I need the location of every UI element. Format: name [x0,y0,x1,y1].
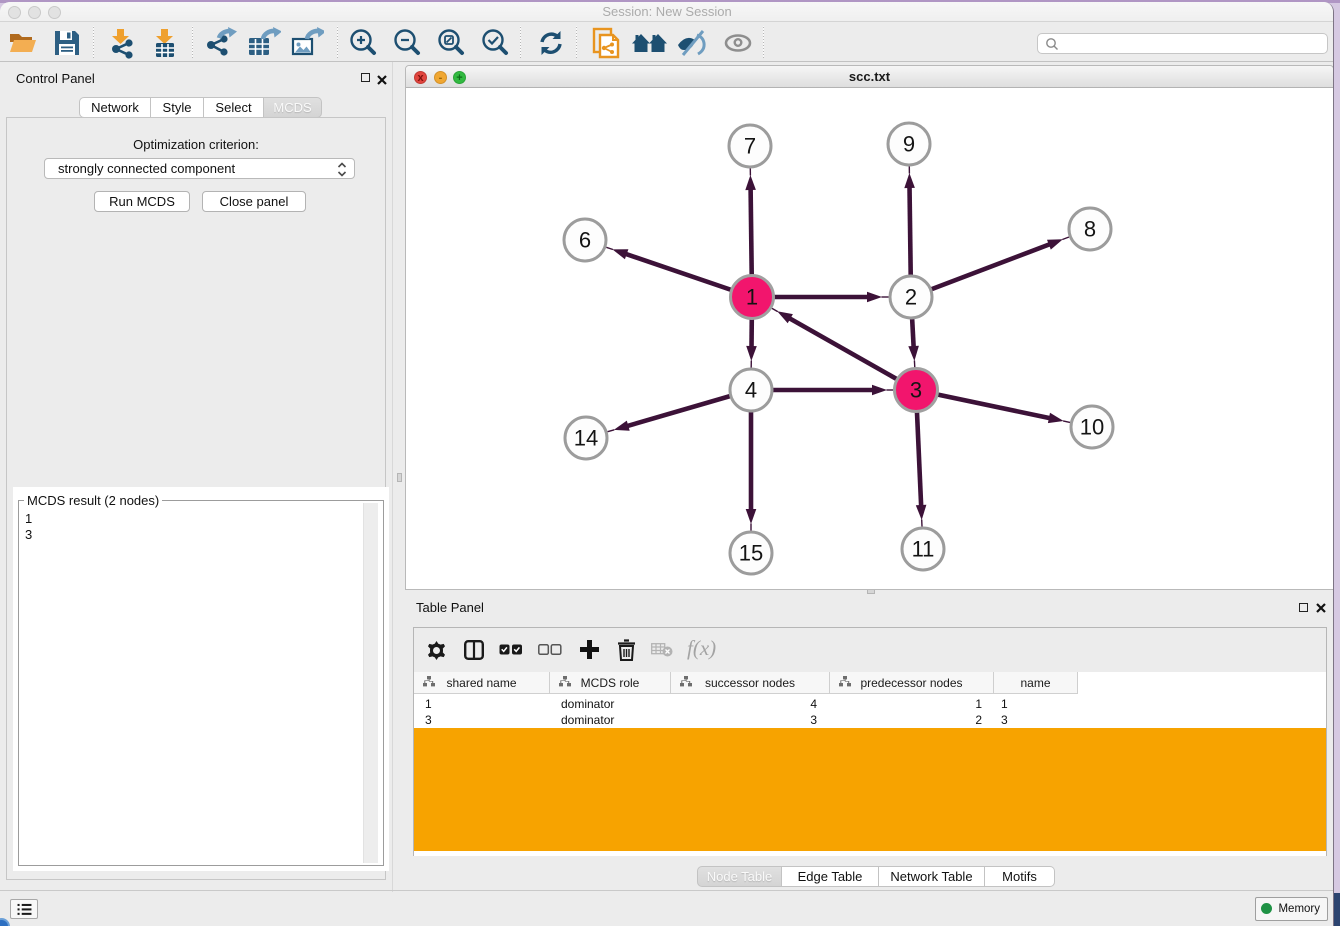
svg-text:15: 15 [739,541,763,566]
svg-text:14: 14 [574,426,598,451]
svg-text:7: 7 [744,134,756,159]
svg-text:10: 10 [1080,415,1104,440]
svg-text:6: 6 [579,228,591,253]
svg-text:8: 8 [1084,217,1096,242]
svg-text:9: 9 [903,132,915,157]
svg-text:3: 3 [910,378,922,403]
svg-text:4: 4 [745,378,757,403]
svg-text:2: 2 [905,285,917,310]
svg-text:1: 1 [746,285,758,310]
svg-text:11: 11 [912,537,935,562]
